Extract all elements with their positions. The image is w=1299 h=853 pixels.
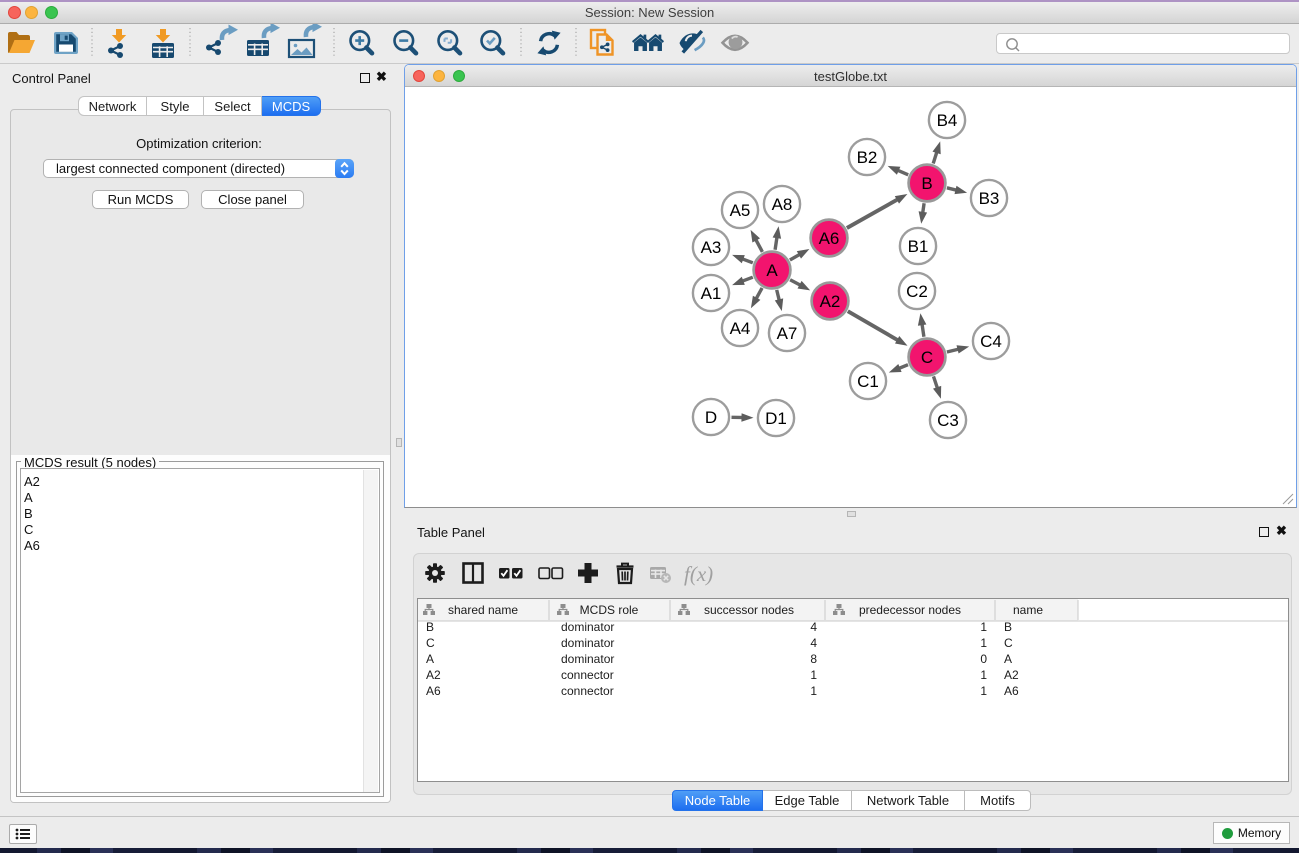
svg-text:name: name <box>1013 603 1043 617</box>
svg-text:B2: B2 <box>857 148 878 167</box>
svg-text:A2: A2 <box>1004 668 1019 682</box>
svg-text:f(x): f(x) <box>684 562 713 586</box>
svg-text:B: B <box>1004 620 1012 634</box>
svg-text:A5: A5 <box>730 201 751 220</box>
svg-text:shared name: shared name <box>448 603 518 617</box>
svg-text:A6: A6 <box>819 229 840 248</box>
svg-text:4: 4 <box>810 620 817 634</box>
svg-text:MCDS role: MCDS role <box>580 603 639 617</box>
svg-text:B4: B4 <box>937 111 958 130</box>
svg-text:A4: A4 <box>730 319 751 338</box>
svg-text:C1: C1 <box>857 372 879 391</box>
svg-text:D: D <box>705 408 717 427</box>
svg-text:dominator: dominator <box>561 636 614 650</box>
svg-text:A3: A3 <box>701 238 722 257</box>
svg-text:C: C <box>921 348 933 367</box>
svg-text:A7: A7 <box>777 324 798 343</box>
svg-text:A: A <box>1004 652 1012 666</box>
svg-text:predecessor nodes: predecessor nodes <box>859 603 961 617</box>
svg-text:connector: connector <box>561 668 614 682</box>
svg-text:B: B <box>921 174 932 193</box>
svg-text:B1: B1 <box>908 237 929 256</box>
svg-text:dominator: dominator <box>561 652 614 666</box>
svg-text:A1: A1 <box>701 284 722 303</box>
svg-text:successor nodes: successor nodes <box>704 603 794 617</box>
svg-text:A: A <box>766 261 778 280</box>
svg-text:D1: D1 <box>765 409 787 428</box>
svg-text:1: 1 <box>810 684 817 698</box>
svg-text:4: 4 <box>810 636 817 650</box>
svg-text:1: 1 <box>810 668 817 682</box>
svg-text:C3: C3 <box>937 411 959 430</box>
svg-text:A6: A6 <box>426 684 441 698</box>
svg-text:A2: A2 <box>426 668 441 682</box>
svg-text:A8: A8 <box>772 195 793 214</box>
svg-text:1: 1 <box>980 684 987 698</box>
svg-text:C2: C2 <box>906 282 928 301</box>
svg-text:C4: C4 <box>980 332 1002 351</box>
svg-text:dominator: dominator <box>561 620 614 634</box>
svg-text:1: 1 <box>980 668 987 682</box>
svg-text:connector: connector <box>561 684 614 698</box>
svg-text:0: 0 <box>980 652 987 666</box>
svg-text:A6: A6 <box>1004 684 1019 698</box>
svg-text:1: 1 <box>980 620 987 634</box>
svg-text:B: B <box>426 620 434 634</box>
svg-text:C: C <box>1004 636 1013 650</box>
svg-text:1: 1 <box>980 636 987 650</box>
svg-text:A: A <box>426 652 434 666</box>
svg-text:8: 8 <box>810 652 817 666</box>
svg-text:B3: B3 <box>979 189 1000 208</box>
svg-text:C: C <box>426 636 435 650</box>
svg-text:A2: A2 <box>820 292 841 311</box>
